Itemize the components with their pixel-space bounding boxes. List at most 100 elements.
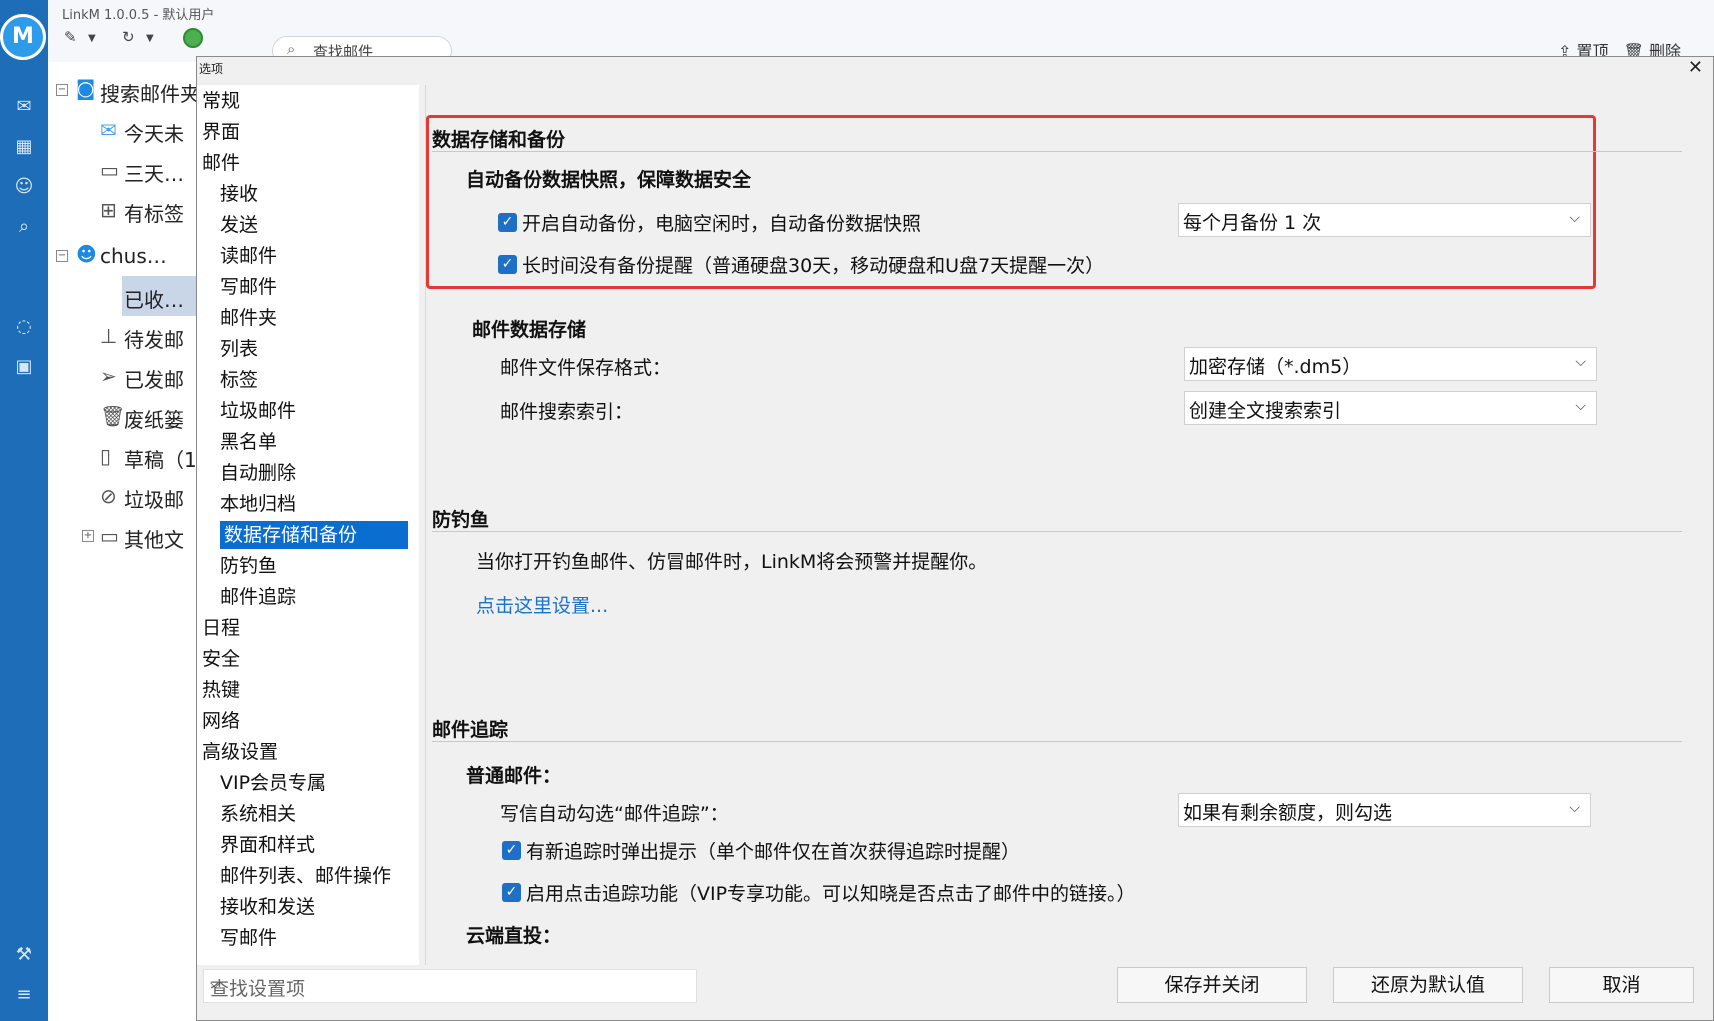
sent-icon: ➢ <box>100 364 117 388</box>
status-icon[interactable] <box>183 28 203 48</box>
backup-reminder-label: 长时间没有备份提醒（普通硬盘30天，移动硬盘和U盘7天提醒一次） <box>522 255 1105 277</box>
nav-item[interactable]: 邮件列表、邮件操作 <box>220 862 391 890</box>
chevron-down-icon: ⌵ <box>1569 210 1580 226</box>
phishing-settings-link[interactable]: 点击这里设置... <box>476 591 608 618</box>
nav-item[interactable]: 邮件追踪 <box>220 583 296 611</box>
menu-icon[interactable]: ≡ <box>11 982 37 1008</box>
chevron-down-icon[interactable]: ▼ <box>88 33 96 44</box>
tree-label: 待发邮 <box>124 328 184 352</box>
nav-item[interactable]: 列表 <box>220 335 258 363</box>
bulb-icon[interactable]: ◌ <box>11 314 37 340</box>
search-icon[interactable]: ⌕ <box>11 214 37 240</box>
calendar-icon[interactable]: ▦ <box>11 134 37 160</box>
folder-icon: ▭ <box>100 524 119 548</box>
close-icon[interactable]: ✕ <box>1688 57 1703 78</box>
tree-label: chus… <box>100 244 167 268</box>
outbox-icon: ⊥ <box>100 324 118 348</box>
nav-item[interactable]: 接收 <box>220 180 258 208</box>
nav-item[interactable]: 日程 <box>202 614 240 642</box>
section-title-tracking: 邮件追踪 <box>432 719 509 741</box>
tree-label: 已收… <box>124 288 184 312</box>
grid-icon: ⊞ <box>100 198 117 222</box>
user-icon: ☻ <box>76 242 97 266</box>
spam-icon: ⊘ <box>100 484 117 508</box>
refresh-icon[interactable]: ↻ <box>122 28 135 46</box>
nav-item[interactable]: 高级设置 <box>202 738 278 766</box>
click-tracking-label: 启用点击追踪功能（VIP专享功能。可以知晓是否点击了邮件中的链接。） <box>526 883 1136 905</box>
click-tracking-checkbox[interactable]: ✓ <box>502 883 521 902</box>
save-close-button[interactable]: 保存并关闭 <box>1117 967 1307 1003</box>
chevron-down-icon[interactable]: ▼ <box>146 33 154 44</box>
nav-item[interactable]: 安全 <box>202 645 240 673</box>
nav-item[interactable]: 热键 <box>202 676 240 704</box>
nav-item[interactable]: 防钓鱼 <box>220 552 277 580</box>
auto-backup-checkbox[interactable]: ✓ <box>498 213 517 232</box>
nav-item[interactable]: 自动删除 <box>220 459 296 487</box>
nav-item[interactable]: VIP会员专属 <box>220 769 326 797</box>
contacts-icon[interactable]: ☺ <box>11 174 37 200</box>
wrench-icon[interactable]: ⚒ <box>11 942 37 968</box>
tracking-auto-check-value: 如果有剩余额度，则勾选 <box>1183 802 1393 824</box>
mail-icon[interactable]: ✉ <box>11 94 37 120</box>
tracking-auto-check-label: 写信自动勾选“邮件追踪”： <box>500 803 729 825</box>
nav-item[interactable]: 网络 <box>202 707 240 735</box>
collapse-icon[interactable]: − <box>56 250 68 262</box>
tree-label: 三天… <box>124 162 184 186</box>
nav-item[interactable]: 本地归档 <box>220 490 296 518</box>
tree-label: 废纸篓 <box>124 408 184 432</box>
dialog-title: 选项 <box>199 62 224 76</box>
nav-item[interactable]: 常规 <box>202 87 240 115</box>
cloud-delivery-title: 云端直投： <box>466 925 562 947</box>
search-folder-icon: ◙ <box>76 76 96 100</box>
expand-icon[interactable]: + <box>82 530 94 542</box>
divider <box>432 741 1682 742</box>
backup-frequency-select[interactable]: 每个月备份 1 次 ⌵ <box>1178 203 1591 237</box>
phishing-description: 当你打开钓鱼邮件、仿冒邮件时，LinkM将会预警并提醒你。 <box>476 551 988 573</box>
envelope-icon: ✉ <box>100 118 117 142</box>
nav-item[interactable]: 接收和发送 <box>220 893 315 921</box>
tracking-popup-checkbox[interactable]: ✓ <box>502 841 521 860</box>
chevron-down-icon[interactable]: ⌵ <box>210 976 690 992</box>
backup-reminder-checkbox[interactable]: ✓ <box>498 255 517 274</box>
nav-item[interactable]: 数据存储和备份 <box>220 521 408 549</box>
backup-frequency-value: 每个月备份 1 次 <box>1183 212 1322 234</box>
nav-item[interactable]: 界面 <box>202 118 240 146</box>
tree-label: 草稿（1 <box>124 448 197 472</box>
nav-item[interactable]: 系统相关 <box>220 800 296 828</box>
nav-item[interactable]: 写邮件 <box>220 273 277 301</box>
nav-item[interactable]: 黑名单 <box>220 428 277 456</box>
nav-item[interactable]: 邮件 <box>202 149 240 177</box>
tracking-auto-check-select[interactable]: 如果有剩余额度，则勾选 ⌵ <box>1178 793 1591 827</box>
options-nav: 常规 界面 邮件 接收 发送 读邮件 写邮件 邮件夹 列表 标签 垃圾邮件 黑名单 自动删除 本地归档 数据… <box>197 85 419 965</box>
section-title-phishing: 防钓鱼 <box>432 509 490 531</box>
calendar-folder-icon: ▭ <box>100 158 119 182</box>
nav-item[interactable]: 垃圾邮件 <box>220 397 296 425</box>
tree-label: 今天未 <box>124 122 184 146</box>
calendar-30-icon[interactable]: ▣ <box>11 354 37 380</box>
tracking-normal-title: 普通邮件： <box>466 765 562 787</box>
tree-label: 其他文 <box>124 528 184 552</box>
divider <box>432 151 1682 152</box>
nav-item[interactable]: 发送 <box>220 211 258 239</box>
tree-label: 垃圾邮 <box>124 488 184 512</box>
nav-item[interactable]: 写邮件 <box>220 924 277 952</box>
cancel-button[interactable]: 取消 <box>1549 967 1694 1003</box>
nav-item[interactable]: 邮件夹 <box>220 304 277 332</box>
draft-icon: ▯ <box>100 444 112 468</box>
tracking-popup-label: 有新追踪时弹出提示（单个邮件仅在首次获得追踪时提醒） <box>526 841 1021 863</box>
linkm-logo-icon: M <box>0 14 46 60</box>
storage-title: 邮件数据存储 <box>472 319 587 341</box>
chevron-down-icon: ⌵ <box>1575 398 1586 414</box>
compose-icon[interactable]: ✎ <box>64 28 77 46</box>
nav-item[interactable]: 标签 <box>220 366 258 394</box>
restore-default-button[interactable]: 还原为默认值 <box>1333 967 1523 1003</box>
collapse-icon[interactable]: − <box>56 84 68 96</box>
title-bar: LinkM 1.0.0.5 - 默认用户 ✎ ▼ ↻ ▼ <box>48 0 263 62</box>
storage-format-select[interactable]: 加密存储（*.dm5） ⌵ <box>1184 347 1597 381</box>
settings-pane: 数据存储和备份 自动备份数据快照，保障数据安全 ✓ 开启自动备份，电脑空闲时，自… <box>425 85 1711 965</box>
nav-item[interactable]: 读邮件 <box>220 242 277 270</box>
nav-item[interactable]: 界面和样式 <box>220 831 315 859</box>
search-index-select[interactable]: 创建全文搜索索引 ⌵ <box>1184 391 1597 425</box>
search-index-label: 邮件搜索索引： <box>500 401 634 423</box>
find-setting-input[interactable]: 查找设置项 ⌵ <box>203 969 697 1003</box>
